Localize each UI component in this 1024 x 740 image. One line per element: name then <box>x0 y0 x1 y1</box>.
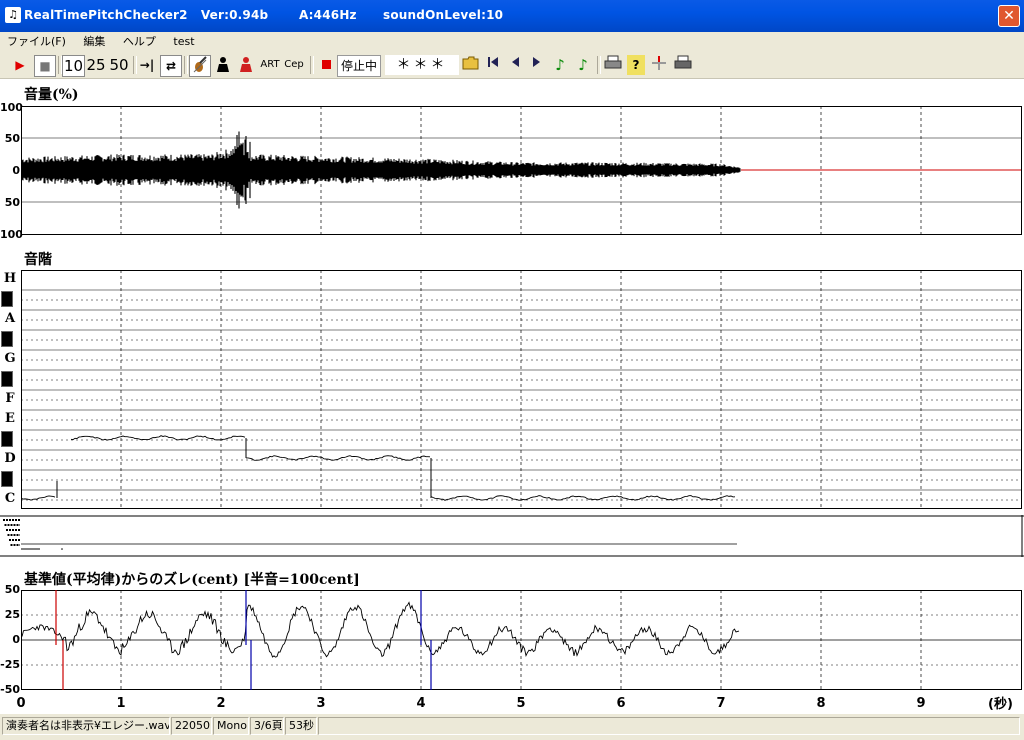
deviation-tick: -25 <box>0 658 20 671</box>
singer-icon[interactable] <box>236 55 256 75</box>
volume-tick: 50 <box>4 196 20 209</box>
menu-bar: ファイル(F) 編集 ヘルプ test <box>0 32 1024 52</box>
time-tick-label: 0 <box>16 696 25 711</box>
violin-icon[interactable] <box>189 55 211 77</box>
deviation-title: 基準値(平均律)からのズレ(cent) [半音=100cent] <box>24 572 360 588</box>
menu-file[interactable]: ファイル(F) <box>0 32 73 52</box>
open-folder-icon[interactable] <box>461 55 481 75</box>
chart-area: 音量(%) 100 50 0 50 100 音階 H A G F E D C 基… <box>0 79 1024 714</box>
cep-button[interactable]: Cep <box>283 55 305 75</box>
deviation-tick: 50 <box>4 583 20 596</box>
overview-strip[interactable] <box>0 515 1024 557</box>
volume-chart <box>21 106 1022 235</box>
window-title: RealTimePitchChecker2 Ver:0.94b A:446Hz … <box>24 8 504 22</box>
menu-test[interactable]: test <box>166 32 201 52</box>
skip-first-icon[interactable] <box>484 55 502 75</box>
art-button[interactable]: ART <box>259 55 281 75</box>
record-icon[interactable] <box>316 55 336 75</box>
overview-dot <box>61 548 63 550</box>
loop-button[interactable]: ⇄ <box>160 55 182 77</box>
status-duration: 53秒 <box>285 717 317 735</box>
time-tick-label: 1 <box>116 696 125 711</box>
note-label-g: G <box>4 351 16 366</box>
jump-end-button[interactable]: →| <box>137 55 157 75</box>
black-key-icon <box>1 431 13 447</box>
pitch-display: ＊＊＊ <box>385 55 459 75</box>
time-axis-unit: (秒) <box>988 697 1013 712</box>
time-tick-label: 9 <box>916 696 925 711</box>
help-icon[interactable]: ? <box>627 55 645 75</box>
deviation-tick: 25 <box>4 608 20 621</box>
close-button[interactable]: ✕ <box>998 5 1020 27</box>
black-key-icon <box>1 471 13 487</box>
menu-help[interactable]: ヘルプ <box>116 32 163 52</box>
overview-bg <box>0 515 1024 557</box>
print-icon[interactable] <box>603 55 623 75</box>
tuning-fork-icon[interactable]: ♫ <box>5 7 21 23</box>
note-label-e: E <box>5 411 15 426</box>
status-file: 演奏者名は非表示¥エレジー.wav <box>2 717 170 735</box>
time-tick-label: 7 <box>716 696 725 711</box>
deviation-tick: 0 <box>12 633 20 646</box>
play-button[interactable]: ▶ <box>10 55 30 75</box>
black-key-icon <box>1 371 13 387</box>
note-label-f: F <box>5 391 15 406</box>
note-label-c: C <box>4 491 16 506</box>
time-tick-label: 3 <box>316 696 325 711</box>
time-tick-label: 5 <box>516 696 525 711</box>
print-preview-icon[interactable] <box>673 55 693 75</box>
note-label-h: H <box>3 271 17 286</box>
volume-tick: 0 <box>12 164 20 177</box>
status-channels: Mono <box>213 717 249 735</box>
player-icon[interactable] <box>213 55 233 75</box>
time-tick-label: 8 <box>816 696 825 711</box>
volume-tick: 100 <box>0 228 23 241</box>
time-tick-label: 4 <box>416 696 425 711</box>
speed-10-button[interactable]: 10 <box>62 55 85 77</box>
time-tick-label: 6 <box>616 696 625 711</box>
prev-icon[interactable] <box>506 55 524 75</box>
status-empty <box>318 717 1020 735</box>
speed-25-button[interactable]: 25 <box>85 55 107 75</box>
time-axis: 0 1 2 3 4 5 6 7 8 9 <box>16 696 925 711</box>
note-label-d: D <box>4 451 16 466</box>
marker-icon[interactable] <box>650 55 668 75</box>
speed-50-button[interactable]: 50 <box>108 55 130 75</box>
title-bar: ♫ RealTimePitchChecker2 Ver:0.94b A:446H… <box>0 0 1024 32</box>
volume-tick: 100 <box>0 101 23 114</box>
volume-tick: 50 <box>4 132 20 145</box>
next-icon[interactable] <box>528 55 546 75</box>
note-label-a: A <box>4 311 16 326</box>
deviation-chart <box>21 590 1022 690</box>
volume-title: 音量(%) <box>24 87 79 103</box>
toolbar: ▶ ■ 10 25 50 →| ⇄ ART Cep 停止中 ＊＊＊ ♪ ♪ ? <box>0 52 1024 79</box>
status-display: 停止中 <box>337 55 381 77</box>
status-rate: 22050 <box>171 717 212 735</box>
scale-chart <box>21 270 1022 509</box>
stop-button[interactable]: ■ <box>34 55 56 77</box>
status-bar: 演奏者名は非表示¥エレジー.wav 22050 Mono 3/6頁 53秒 <box>0 714 1024 740</box>
note-icon[interactable]: ♪ <box>551 55 569 75</box>
black-key-icon <box>1 331 13 347</box>
scale-title: 音階 <box>24 252 52 268</box>
black-key-icon <box>1 291 13 307</box>
status-page: 3/6頁 <box>250 717 284 735</box>
scale-frame <box>21 270 1022 509</box>
note-alt-icon[interactable]: ♪ <box>574 55 592 75</box>
time-tick-label: 2 <box>216 696 225 711</box>
menu-edit[interactable]: 編集 <box>76 32 112 52</box>
